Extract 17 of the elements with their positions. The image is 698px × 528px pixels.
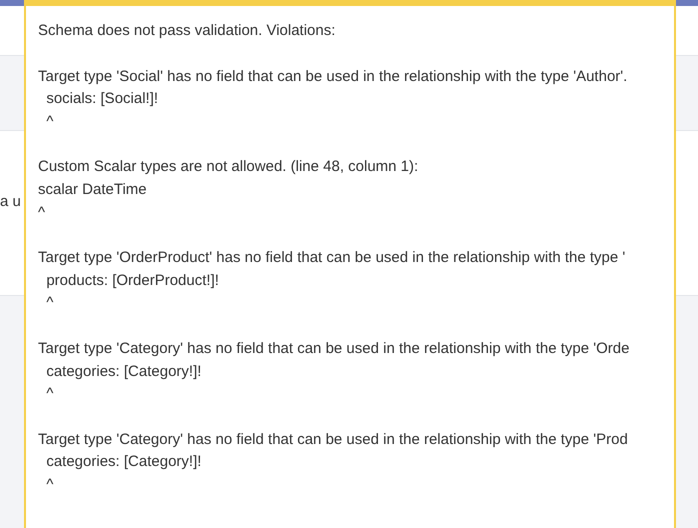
error-message: Target type 'OrderProduct' has no field that can be used in the relationship with the type ': [38, 248, 626, 268]
code-line: socials: [Social!]!: [45, 89, 160, 110]
code-line: ^: [45, 112, 54, 132]
body-text: a u: [0, 193, 21, 210]
code-line: scalar DateTime: [38, 180, 148, 200]
code-line: ^: [45, 384, 54, 404]
code-line: categories: [Category!]!: [45, 362, 202, 382]
error-message: Target type 'Category' has no field that can be used in the relationship with the type 'Orde: [38, 338, 630, 359]
error-message: Target type 'Category' has no field that can be used in the relationship with the type 'Prod: [38, 430, 629, 450]
code-line: categories: [Category!]!: [45, 452, 202, 472]
error-heading: Schema does not pass validation. Violations:: [38, 21, 336, 41]
code-line: ^: [45, 474, 54, 495]
code-line: products: [OrderProduct!]!: [45, 270, 220, 291]
error-message: Custom Scalar types are not allowed. (line 48, column 1):: [38, 157, 420, 178]
error-message: Target type 'Social' has no field that can be used in the relationship with the type 'Author'.: [38, 66, 628, 87]
code-line: ^: [38, 202, 46, 223]
code-line: ^: [45, 293, 54, 314]
